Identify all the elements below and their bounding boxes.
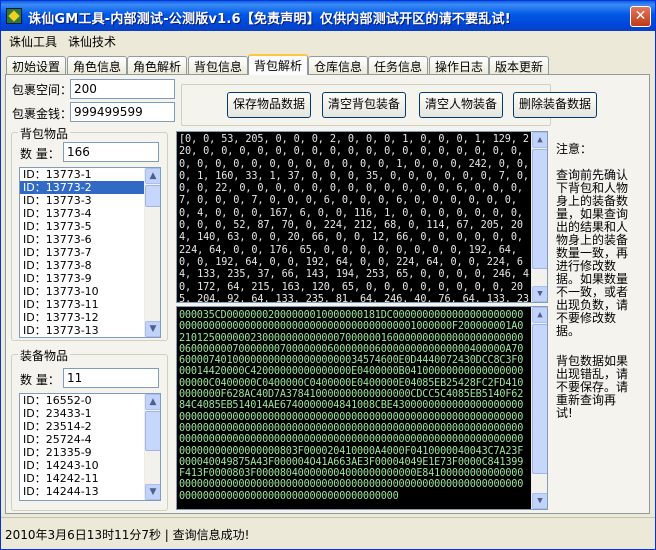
tab-bag-parse[interactable]: 背包解析 [248, 54, 309, 75]
tab-role-info[interactable]: 角色信息 [67, 56, 128, 75]
list-item[interactable]: ID：13773-8 [20, 259, 160, 272]
equip-count-label: 数 量： [20, 373, 60, 387]
equip-list-scrollbar[interactable]: ▲ ▼ [144, 394, 160, 500]
scroll-up-icon[interactable]: ▲ [145, 394, 160, 410]
space-input[interactable]: 200 [70, 79, 175, 99]
bag-items-list[interactable]: ID：13773-1 ID：13773-2 ID：13773-3 ID：1377… [19, 167, 161, 338]
menu-bar: 诛仙工具 诛仙技术 [1, 31, 655, 50]
scroll-up-icon[interactable]: ▲ [145, 168, 160, 184]
list-item[interactable]: ID：13773-6 [20, 233, 160, 246]
bag-items-title: 背包物品 [18, 125, 71, 142]
bag-list-scrollbar[interactable]: ▲ ▼ [144, 168, 160, 337]
save-items-button[interactable]: 保存物品数据 [227, 92, 311, 118]
money-label: 包裹金钱： [12, 107, 73, 121]
bag-count-label: 数 量： [20, 147, 60, 161]
equip-items-list[interactable]: ID：16552-0 ID：23433-1 ID：23514-2 ID：2572… [19, 393, 161, 501]
equip-count-input[interactable]: 11 [63, 368, 159, 388]
list-item[interactable]: ID：13773-13 [20, 324, 160, 337]
list-item[interactable]: ID：13773-3 [20, 194, 160, 207]
tab-version-update[interactable]: 版本更新 [489, 56, 550, 75]
window-title: 诛仙GM工具-内部测试-公测版v1.6【免责声明】仅供内部测试开区的请不要乱试! [28, 12, 511, 27]
delete-equip-data-button[interactable]: 删除装备数据 [513, 92, 597, 118]
list-item[interactable]: ID：13773-10 [20, 285, 160, 298]
menu-zhuxian-tools[interactable]: 诛仙工具 [5, 33, 61, 50]
scroll-down-icon[interactable]: ▼ [145, 484, 160, 500]
title-bar[interactable]: 诛仙GM工具-内部测试-公测版v1.6【免责声明】仅供内部测试开区的请不要乱试!… [1, 1, 655, 31]
equip-items-title: 装备物品 [18, 347, 71, 364]
action-button-bar: 保存物品数据 清空背包装备 清空人物装备 删除装备数据 [181, 84, 597, 126]
tab-warehouse-info[interactable]: 仓库信息 [308, 56, 369, 75]
list-item-selected[interactable]: ID：13773-2 [20, 181, 160, 194]
tab-quest-info[interactable]: 任务信息 [368, 56, 429, 75]
scroll-down-icon[interactable]: ▼ [145, 321, 160, 337]
hex-dump-box[interactable]: 000035CD00000002000000010000000181DC0000… [176, 306, 548, 510]
list-item[interactable]: ID：13773-11 [20, 298, 160, 311]
money-input[interactable]: 999499599 [70, 102, 175, 122]
app-icon [6, 8, 22, 24]
hex-dump-scrollbar[interactable]: ▲ ▼ [531, 307, 547, 509]
bag-parse-panel: 包裹空间： 200 包裹金钱： 999499599 背包物品 数 量： 166 … [5, 74, 650, 514]
list-item[interactable]: ID：16552-0 [20, 394, 160, 407]
menu-zhuxian-tech[interactable]: 诛仙技术 [64, 33, 120, 50]
scroll-thumb[interactable] [145, 185, 160, 207]
close-icon[interactable]: ✕ [630, 6, 651, 27]
decimal-dump-box[interactable]: [0, 0, 53, 205, 0, 0, 0, 2, 0, 0, 0, 1, … [176, 131, 548, 303]
bag-count-input[interactable]: 166 [63, 142, 159, 162]
list-item[interactable]: ID：23514-2 [20, 420, 160, 433]
scroll-up-icon[interactable]: ▲ [532, 307, 547, 323]
scroll-down-icon[interactable]: ▼ [532, 493, 547, 509]
bag-warning-text: 背包数据如果 出现错乱，请 不要保存。请 重新查询再 试! [556, 354, 629, 420]
list-item[interactable]: ID：13773-4 [20, 207, 160, 220]
list-item[interactable]: ID：13773-1 [20, 168, 160, 181]
tab-operation-log[interactable]: 操作日志 [429, 56, 490, 75]
hex-dump-text: 000035CD00000002000000010000000181DC0000… [179, 310, 524, 502]
list-item[interactable]: ID：21335-9 [20, 446, 160, 459]
status-text: 2010年3月6日13时11分7秒 | 查询信息成功! [5, 528, 250, 542]
list-item[interactable]: ID：13773-12 [20, 311, 160, 324]
list-item[interactable]: ID：14243-10 [20, 459, 160, 472]
decimal-dump-scrollbar[interactable]: ▲ ▼ [531, 132, 547, 302]
list-item[interactable]: ID：13773-5 [20, 220, 160, 233]
scroll-thumb[interactable] [145, 411, 160, 451]
equip-items-group: 装备物品 数 量： 11 ID：16552-0 ID：23433-1 ID：23… [11, 347, 168, 511]
tab-bag-info[interactable]: 背包信息 [188, 56, 249, 75]
bag-items-group: 背包物品 数 量： 166 ID：13773-1 ID：13773-2 ID：1… [11, 125, 168, 341]
status-bar: 2010年3月6日13时11分7秒 | 查询信息成功! [1, 517, 655, 549]
list-item[interactable]: ID：14244-13 [20, 485, 160, 498]
list-item[interactable]: ID：13773-7 [20, 246, 160, 259]
clear-bag-equip-button[interactable]: 清空背包装备 [322, 92, 406, 118]
tab-role-parse[interactable]: 角色解析 [127, 56, 188, 75]
scroll-down-icon[interactable]: ▼ [532, 286, 547, 302]
scroll-up-icon[interactable]: ▲ [532, 132, 547, 148]
scroll-thumb[interactable] [532, 324, 547, 474]
list-item[interactable]: ID：23433-1 [20, 407, 160, 420]
scroll-thumb[interactable] [532, 149, 547, 269]
main-window: 诛仙GM工具-内部测试-公测版v1.6【免责声明】仅供内部测试开区的请不要乱试!… [0, 0, 656, 550]
tab-initial-settings[interactable]: 初始设置 [6, 56, 67, 75]
decimal-dump-text: [0, 0, 53, 205, 0, 0, 0, 2, 0, 0, 0, 1, … [179, 134, 529, 303]
space-label: 包裹空间： [12, 83, 73, 97]
notice-text: 注意： 查询前先确认 下背包和人物 身上的装备数 量，如果查询 出的结果和人 物… [556, 142, 629, 338]
list-item[interactable]: ID：25724-4 [20, 433, 160, 446]
list-item[interactable]: ID：13773-9 [20, 272, 160, 285]
clear-char-equip-button[interactable]: 清空人物装备 [419, 92, 503, 118]
list-item[interactable]: ID：14242-11 [20, 472, 160, 485]
